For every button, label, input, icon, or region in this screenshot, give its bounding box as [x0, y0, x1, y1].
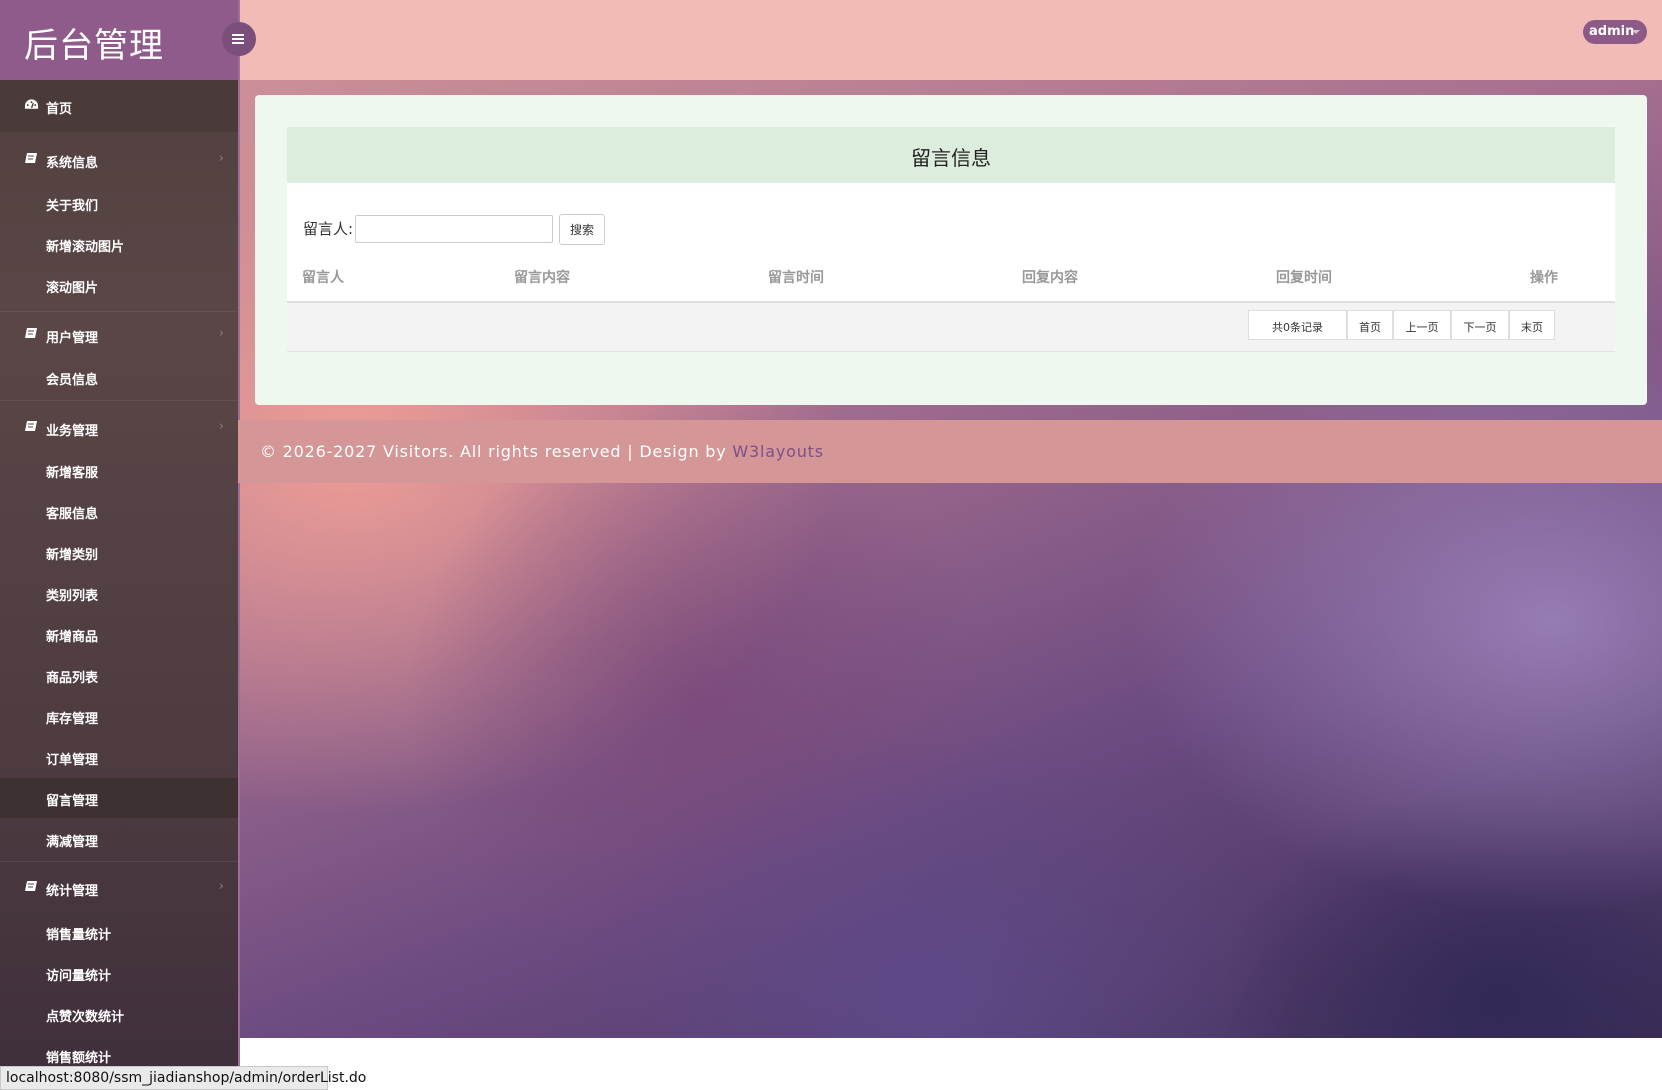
sidebar-item-messages[interactable]: 留言管理: [0, 778, 238, 818]
sidebar-item-add-banner[interactable]: 新增滚动图片: [0, 224, 238, 264]
sidebar-item-visits[interactable]: 访问量统计: [0, 953, 238, 993]
sidebar-item-about[interactable]: 关于我们: [0, 183, 238, 223]
sidebar-item-label: 新增滚动图片: [46, 240, 125, 255]
sidebar-item-label: 滚动图片: [46, 281, 99, 296]
footer-text: © 2026-2027 Visitors. All rights reserve…: [260, 442, 824, 461]
sidebar-group-users[interactable]: 用户管理 ›: [0, 312, 238, 358]
prev-page-button[interactable]: 上一页: [1393, 310, 1451, 340]
search-label: 留言人:: [303, 220, 354, 238]
column-header-time: 留言时间: [768, 270, 824, 286]
content-card: 留言信息 留言人: 搜索 留言人 留言内容 留言时间 回复内容 回复时间 操作 …: [255, 95, 1647, 405]
sidebar-toggle-button[interactable]: [222, 22, 256, 56]
top-header: [238, 0, 1662, 80]
search-input[interactable]: [355, 215, 553, 243]
total-records: 共0条记录: [1248, 310, 1347, 340]
last-page-button[interactable]: 末页: [1509, 310, 1555, 340]
sidebar-group-label: 用户管理: [46, 331, 99, 346]
sidebar-item-add-product[interactable]: 新增商品: [0, 614, 238, 654]
user-name: admin: [1589, 24, 1635, 39]
book-icon: [25, 153, 37, 163]
search-button[interactable]: 搜索: [559, 214, 605, 245]
caret-down-icon: [1632, 30, 1640, 34]
user-menu-button[interactable]: admin: [1583, 20, 1647, 44]
sidebar-group-business[interactable]: 业务管理 ›: [0, 401, 238, 451]
sidebar: 后台管理 首页 系统信息 › 关于我们 新增滚动图片 滚动图片 用户管理 › 会…: [0, 0, 240, 1090]
sidebar-group-label: 系统信息: [46, 156, 99, 171]
menu-icon-bar: [232, 42, 244, 44]
panel-title: 留言信息: [911, 146, 991, 170]
sidebar-item-label: 点赞次数统计: [46, 1010, 125, 1025]
panel-header: 留言信息: [287, 127, 1615, 183]
sidebar-item-label: 访问量统计: [46, 969, 112, 984]
sidebar-item-sales-volume[interactable]: 销售量统计: [0, 912, 238, 952]
sidebar-item-likes[interactable]: 点赞次数统计: [0, 994, 238, 1034]
menu-icon: [232, 34, 244, 36]
chevron-right-icon: ›: [218, 326, 224, 341]
column-header-reply: 回复内容: [1022, 270, 1078, 286]
sidebar-item-label: 会员信息: [46, 373, 99, 388]
browser-status-bar: localhost:8080/ssm_jiadianshop/admin/ord…: [0, 1066, 366, 1090]
sidebar-item-label: 销售额统计: [46, 1051, 112, 1066]
sidebar-item-members[interactable]: 会员信息: [0, 357, 238, 397]
sidebar-item-label: 关于我们: [46, 199, 99, 214]
sidebar-item-label: 订单管理: [46, 753, 99, 768]
book-icon: [25, 328, 37, 338]
sidebar-item-label: 新增类别: [46, 548, 99, 563]
chevron-right-icon: ›: [218, 151, 224, 166]
column-header-reply-time: 回复时间: [1276, 270, 1332, 286]
sidebar-group-system[interactable]: 系统信息 ›: [0, 134, 238, 184]
sidebar-item-inventory[interactable]: 库存管理: [0, 696, 238, 736]
menu-icon-bar: [232, 38, 244, 40]
sidebar-group-label: 业务管理: [46, 424, 99, 439]
sidebar-item-home[interactable]: 首页: [0, 80, 238, 132]
brand-bar: 后台管理: [0, 0, 238, 80]
sidebar-item-label: 留言管理: [46, 794, 99, 809]
column-header-author: 留言人: [302, 270, 344, 286]
footer: © 2026-2027 Visitors. All rights reserve…: [238, 420, 1662, 483]
sidebar-group-label: 统计管理: [46, 884, 99, 899]
first-page-label: 首页: [1359, 321, 1381, 334]
sidebar-item-label: 新增客服: [46, 466, 99, 481]
book-icon: [25, 881, 37, 891]
sidebar-item-product-list[interactable]: 商品列表: [0, 655, 238, 695]
panel-body: 留言人: 搜索 留言人 留言内容 留言时间 回复内容 回复时间 操作: [287, 183, 1615, 303]
sidebar-item-label: 客服信息: [46, 507, 99, 522]
sidebar-group-statistics[interactable]: 统计管理 ›: [0, 862, 238, 912]
sidebar-item-add-category[interactable]: 新增类别: [0, 532, 238, 572]
prev-page-label: 上一页: [1405, 321, 1439, 334]
sidebar-item-label: 类别列表: [46, 589, 99, 604]
copyright-text: © 2026-2027 Visitors. All rights reserve…: [260, 442, 733, 461]
sidebar-item-banners[interactable]: 滚动图片: [0, 265, 238, 305]
chevron-right-icon: ›: [218, 419, 224, 434]
column-header-content: 留言内容: [514, 270, 570, 286]
sidebar-item-label: 满减管理: [46, 835, 99, 850]
pagination-row: 共0条记录 首页 上一页 下一页 末页: [287, 303, 1615, 352]
chevron-right-icon: ›: [218, 879, 224, 894]
sidebar-item-label: 销售量统计: [46, 928, 112, 943]
sidebar-item-discounts[interactable]: 满减管理: [0, 819, 238, 859]
next-page-button[interactable]: 下一页: [1451, 310, 1509, 340]
sidebar-item-label: 库存管理: [46, 712, 99, 727]
sidebar-item-service-list[interactable]: 客服信息: [0, 491, 238, 531]
sidebar-item-category-list[interactable]: 类别列表: [0, 573, 238, 613]
last-page-label: 末页: [1521, 321, 1543, 334]
sidebar-item-label: 首页: [46, 102, 73, 117]
sidebar-item-label: 商品列表: [46, 671, 99, 686]
sidebar-item-orders[interactable]: 订单管理: [0, 737, 238, 777]
sidebar-item-label: 新增商品: [46, 630, 99, 645]
sidebar-item-add-service[interactable]: 新增客服: [0, 450, 238, 490]
total-records-label: 共0条记录: [1272, 321, 1323, 334]
status-url: localhost:8080/ssm_jiadianshop/admin/ord…: [6, 1070, 367, 1086]
brand-title: 后台管理: [24, 26, 164, 66]
designer-link[interactable]: W3layouts: [732, 442, 823, 461]
book-icon: [25, 421, 37, 431]
dashboard-icon: [24, 99, 39, 109]
column-header-actions: 操作: [1530, 270, 1558, 286]
next-page-label: 下一页: [1463, 321, 1497, 334]
first-page-button[interactable]: 首页: [1347, 310, 1393, 340]
